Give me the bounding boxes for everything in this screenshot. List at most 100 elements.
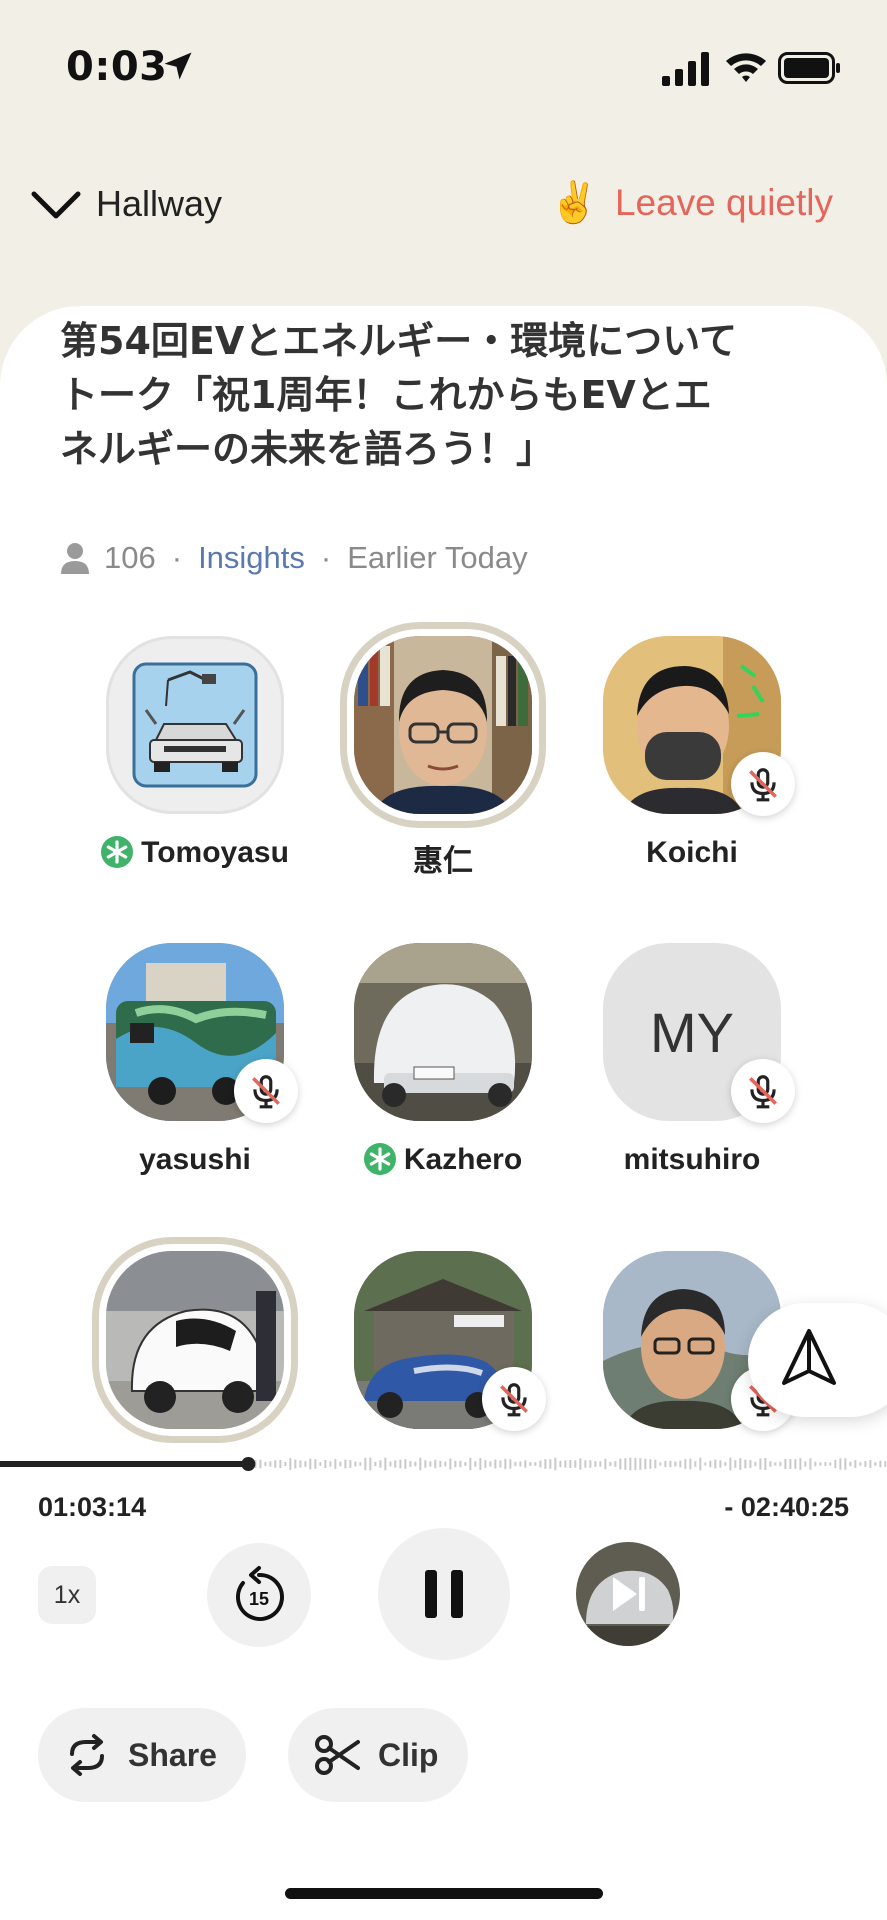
waveform-bar	[654, 1459, 657, 1469]
waveform-bar	[679, 1460, 682, 1468]
scissors-icon	[315, 1735, 360, 1775]
waveform-bar	[524, 1460, 527, 1468]
waveform-bar	[409, 1461, 412, 1467]
peace-hand-icon: ✌️	[549, 180, 599, 226]
waveform-bar	[284, 1462, 287, 1466]
waveform-bar	[334, 1459, 337, 1469]
waveform-bar	[329, 1461, 332, 1467]
waveform-bar	[794, 1459, 797, 1469]
waveform-bar	[569, 1460, 572, 1468]
waveform-bar	[319, 1462, 322, 1466]
speaker-kazhero[interactable]: Kazhero	[328, 943, 558, 1203]
waveform-bar	[784, 1458, 787, 1470]
waveform-bar	[714, 1459, 717, 1469]
speaker-yasushi[interactable]: yasushi	[80, 943, 310, 1203]
waveform-bar	[694, 1461, 697, 1467]
waveform-bar	[389, 1461, 392, 1467]
waveform-bar	[699, 1457, 702, 1471]
waveform-bar	[844, 1458, 847, 1470]
waveform-bar	[754, 1461, 757, 1467]
waveform-bar	[529, 1462, 532, 1466]
waveform-bar	[349, 1460, 352, 1468]
speaker-keijin[interactable]: 惠仁	[328, 636, 558, 896]
waveform-bar	[764, 1458, 767, 1470]
waveform-bar	[634, 1457, 637, 1471]
waveform-bar	[704, 1462, 707, 1466]
waveform-bar	[659, 1462, 662, 1466]
waveform-bar	[649, 1459, 652, 1469]
waveform-bar	[814, 1461, 817, 1467]
waveform-bar	[614, 1461, 617, 1467]
avatar	[106, 636, 284, 814]
moderator-star-icon	[363, 1143, 396, 1175]
playback-progress-bar[interactable]	[0, 1457, 887, 1471]
waveform-bar	[484, 1460, 487, 1468]
waveform-bar	[629, 1457, 632, 1471]
waveform-bar	[839, 1458, 842, 1470]
muted-mic-indicator	[482, 1367, 546, 1431]
person-icon	[61, 543, 89, 574]
waveform-bar	[639, 1458, 642, 1470]
clip-button[interactable]: Clip	[288, 1708, 468, 1802]
moderator-star-icon	[101, 836, 134, 868]
speaker-photo	[354, 636, 532, 814]
speaker-mitsuhiro[interactable]: MY mitsuhiro	[577, 943, 807, 1203]
waveform-bar	[689, 1458, 692, 1470]
paper-plane-icon	[782, 1329, 836, 1385]
waveform-bar	[479, 1458, 482, 1470]
progress-knob[interactable]	[241, 1457, 256, 1471]
waveform-bar	[799, 1458, 802, 1470]
speaker-photo	[106, 1251, 284, 1429]
waveform-bar	[494, 1459, 497, 1469]
waveform-bar	[384, 1457, 387, 1471]
rewind-seconds-label: 15	[249, 1589, 269, 1609]
waveform-bar	[454, 1460, 457, 1468]
share-room-button[interactable]	[748, 1303, 887, 1417]
battery-icon	[778, 52, 840, 84]
waveform-bar	[504, 1458, 507, 1470]
speaker-koichi[interactable]: Koichi	[577, 636, 807, 896]
waveform-bar	[579, 1458, 582, 1470]
muted-mic-indicator	[731, 752, 795, 816]
speaker-tomoyasu[interactable]: Tomoyasu	[80, 636, 310, 896]
pause-icon	[425, 1570, 463, 1618]
waveform-bar	[424, 1460, 427, 1468]
waveform-bar	[719, 1460, 722, 1468]
waveform-bar	[859, 1462, 862, 1466]
waveform-bar	[464, 1462, 467, 1466]
waveform-bar	[309, 1458, 312, 1470]
skip-to-next-speaker-button[interactable]	[576, 1542, 680, 1646]
repeat-arrows-icon	[70, 1734, 104, 1776]
waveform-bar	[444, 1461, 447, 1467]
mic-off-icon	[749, 768, 777, 802]
waveform-bar	[769, 1461, 772, 1467]
waveform-bar	[644, 1458, 647, 1470]
speaker-name: Koichi	[646, 836, 738, 869]
chevron-down-icon	[31, 191, 81, 219]
waveform-bar	[359, 1462, 362, 1466]
waveform-bar	[399, 1459, 402, 1469]
waveform-bar	[709, 1460, 712, 1468]
waveform-bar	[864, 1461, 867, 1467]
waveform-bar	[539, 1460, 542, 1468]
waveform-bar	[669, 1460, 672, 1468]
hallway-button[interactable]: Hallway	[30, 183, 222, 225]
share-button[interactable]: Share	[38, 1708, 246, 1802]
avatar	[106, 1251, 284, 1429]
waveform-bar	[599, 1461, 602, 1467]
pause-button[interactable]	[378, 1528, 510, 1660]
hallway-label: Hallway	[96, 183, 223, 224]
status-time: 0:03	[66, 44, 168, 90]
share-label: Share	[128, 1736, 217, 1773]
waveform-bar	[509, 1459, 512, 1469]
clip-label: Clip	[378, 1736, 439, 1773]
waveform-bar	[819, 1462, 822, 1466]
elapsed-time: 01:03:14	[38, 1492, 147, 1522]
avatar	[354, 943, 532, 1121]
waveform-bar	[879, 1460, 882, 1468]
rewind-15-button[interactable]: 15	[207, 1543, 311, 1647]
leave-quietly-button[interactable]: ✌️ Leave quietly	[549, 182, 833, 224]
waveform-bar	[749, 1460, 752, 1468]
playback-speed-button[interactable]: 1x	[38, 1566, 96, 1624]
insights-link[interactable]: Insights	[198, 540, 305, 576]
